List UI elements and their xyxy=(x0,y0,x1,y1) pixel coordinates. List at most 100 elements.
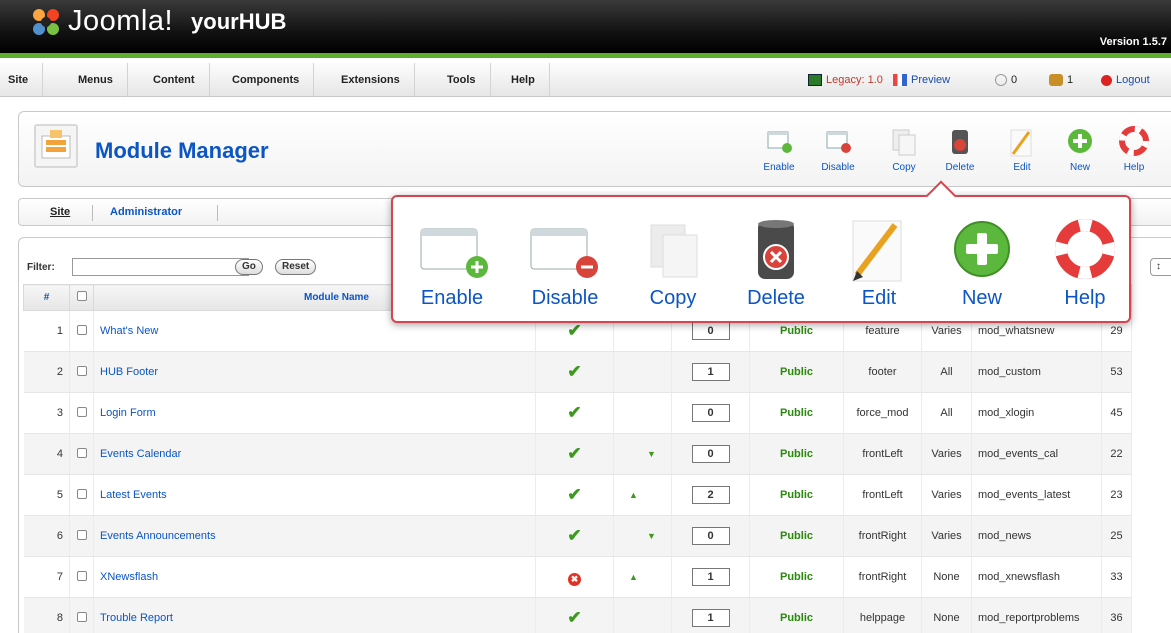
subnav-site[interactable]: Site xyxy=(50,206,70,218)
move-down-icon[interactable]: ▼ xyxy=(647,449,656,459)
row-select xyxy=(69,351,94,393)
table-row[interactable]: 5 Latest Events ✔ ▲ 2 Public frontLeft Varies mo… xyxy=(23,474,1132,516)
order-input[interactable]: 1 xyxy=(691,363,730,381)
zoom-edit-button[interactable]: Edit xyxy=(839,215,919,310)
table-row[interactable]: 7 XNewsflash ✖ ▲ 1 Public frontRight None mod_xn… xyxy=(23,556,1132,598)
delete-button[interactable]: Delete xyxy=(937,126,983,173)
table-row[interactable]: 8 Trouble Report ✔ 1 Public helppage None mod_r… xyxy=(23,597,1132,633)
row-checkbox[interactable] xyxy=(76,406,87,417)
zoom-disable-button[interactable]: Disable xyxy=(515,215,615,310)
enabled-toggle[interactable]: ✔ xyxy=(535,433,614,475)
select-all-checkbox[interactable] xyxy=(76,291,87,301)
module-id: 33 xyxy=(1101,556,1132,598)
row-checkbox[interactable] xyxy=(76,365,87,376)
disable-button[interactable]: Disable xyxy=(815,126,861,173)
order-input[interactable]: 0 xyxy=(691,322,730,340)
users-count[interactable]: 1 xyxy=(1049,63,1073,97)
enabled-toggle[interactable]: ✔ xyxy=(535,597,614,633)
table-row[interactable]: 3 Login Form ✔ 0 Public force_mod All mod_xlogi… xyxy=(23,392,1132,434)
module-name-link[interactable]: Login Form xyxy=(93,392,536,434)
menu-tools[interactable]: Tools xyxy=(433,63,491,97)
zoom-copy-button[interactable]: Copy xyxy=(633,215,713,310)
table-row[interactable]: 6 Events Announcements ✔ ▼ 0 Public frontRight… xyxy=(23,515,1132,557)
enabled-toggle[interactable]: ✔ xyxy=(535,515,614,557)
row-checkbox[interactable] xyxy=(76,488,87,499)
joomla-logo[interactable]: Joomla! yourHUB xyxy=(30,5,286,38)
module-name-link[interactable]: XNewsflash xyxy=(93,556,536,598)
copy-icon xyxy=(881,126,927,158)
filter-input[interactable] xyxy=(72,258,249,276)
zoom-help-button[interactable]: Help xyxy=(1045,215,1125,310)
help-button[interactable]: Help xyxy=(1111,126,1157,173)
module-id: 45 xyxy=(1101,392,1132,434)
messages-count[interactable]: 0 xyxy=(995,63,1017,97)
module-name-link[interactable]: HUB Footer xyxy=(93,351,536,393)
menu-help[interactable]: Help xyxy=(497,63,550,97)
logout-link[interactable]: Logout xyxy=(1101,63,1150,97)
enabled-toggle[interactable]: ✖ xyxy=(535,556,614,598)
module-name-link[interactable]: Latest Events xyxy=(93,474,536,516)
move-up-icon[interactable]: ▲ xyxy=(629,490,638,500)
row-checkbox[interactable] xyxy=(76,529,87,540)
menu-content[interactable]: Content xyxy=(139,63,210,97)
messages-icon xyxy=(995,74,1007,86)
menu-menus[interactable]: Menus xyxy=(64,63,128,97)
row-checkbox[interactable] xyxy=(76,570,87,581)
order-input[interactable]: 1 xyxy=(691,609,730,627)
new-button[interactable]: New xyxy=(1057,126,1103,173)
row-checkbox[interactable] xyxy=(76,447,87,458)
order-input[interactable]: 1 xyxy=(691,568,730,586)
table-row[interactable]: 2 HUB Footer ✔ 1 Public footer All mod_custom 53 xyxy=(23,351,1132,393)
enabled-toggle[interactable]: ✔ xyxy=(535,351,614,393)
order-input[interactable]: 0 xyxy=(691,527,730,545)
reorder-arrows: ▲ xyxy=(613,556,672,598)
row-number: 7 xyxy=(23,556,70,598)
checkmark-icon: ✔ xyxy=(567,485,582,504)
preview-icon xyxy=(893,74,907,86)
menu-site[interactable]: Site xyxy=(0,63,44,97)
module-name-link[interactable]: Events Announcements xyxy=(93,515,536,557)
move-down-icon[interactable]: ▼ xyxy=(647,531,656,541)
module-name-link[interactable]: Trouble Report xyxy=(93,597,536,633)
access-level[interactable]: Public xyxy=(749,474,844,516)
access-level[interactable]: Public xyxy=(749,433,844,475)
access-level[interactable]: Public xyxy=(749,515,844,557)
row-checkbox[interactable] xyxy=(76,324,87,335)
access-level[interactable]: Public xyxy=(749,392,844,434)
access-level[interactable]: Public xyxy=(749,597,844,633)
move-up-icon[interactable]: ▲ xyxy=(629,572,638,582)
zoom-disable-label: Disable xyxy=(531,287,599,309)
zoom-enable-button[interactable]: Enable xyxy=(407,215,497,310)
row-number: 6 xyxy=(23,515,70,557)
module-position: frontRight xyxy=(843,515,922,557)
preview-link[interactable]: Preview xyxy=(893,63,950,97)
subnav-administrator[interactable]: Administrator xyxy=(110,206,182,218)
order-input[interactable]: 0 xyxy=(691,445,730,463)
enable-button[interactable]: Enable xyxy=(756,126,802,173)
table-row[interactable]: 4 Events Calendar ✔ ▼ 0 Public frontLeft Varies… xyxy=(23,433,1132,475)
order-input[interactable]: 0 xyxy=(691,404,730,422)
menu-components[interactable]: Components xyxy=(218,63,315,97)
access-level[interactable]: Public xyxy=(749,351,844,393)
row-select xyxy=(69,515,94,557)
copy-button[interactable]: Copy xyxy=(881,126,927,173)
reset-button[interactable]: Reset xyxy=(275,259,317,275)
zoom-new-button[interactable]: New xyxy=(937,215,1027,310)
enabled-toggle[interactable]: ✔ xyxy=(535,474,614,516)
access-level[interactable]: Public xyxy=(749,556,844,598)
module-name-link[interactable]: Events Calendar xyxy=(93,433,536,475)
edit-button[interactable]: Edit xyxy=(999,126,1045,173)
go-button[interactable]: Go xyxy=(235,259,263,275)
filter-select[interactable]: ↕ xyxy=(1150,258,1171,276)
order-cell: 1 xyxy=(671,351,750,393)
row-checkbox[interactable] xyxy=(76,611,87,622)
users-value: 1 xyxy=(1067,74,1074,86)
menu-extensions[interactable]: Extensions xyxy=(327,63,415,97)
order-input[interactable]: 2 xyxy=(691,486,730,504)
zoom-delete-label: Delete xyxy=(747,287,805,309)
enabled-toggle[interactable]: ✔ xyxy=(535,392,614,434)
plus-icon xyxy=(937,215,1027,283)
zoom-delete-button[interactable]: Delete xyxy=(731,215,821,310)
module-position: helppage xyxy=(843,597,922,633)
row-select xyxy=(69,392,94,434)
